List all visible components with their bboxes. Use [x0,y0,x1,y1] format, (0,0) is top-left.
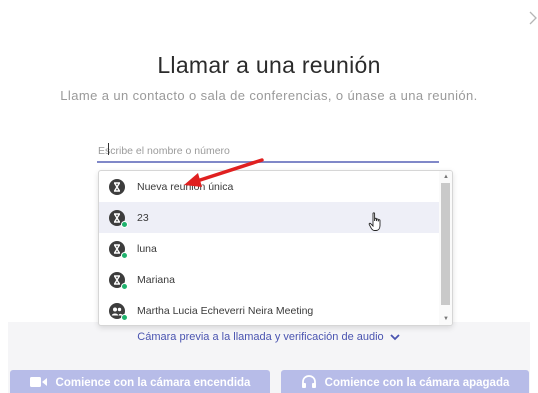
hourglass-icon [109,240,128,259]
online-status-dot [121,282,128,290]
video-camera-icon [29,376,48,391]
online-status-dot [121,313,128,321]
page-title: Llamar a una reunión [157,52,381,78]
list-item[interactable]: Mariana [99,264,439,295]
results-dropdown: Nueva reunión única 23 luna Mariana Mart… [98,170,453,326]
list-item[interactable]: luna [99,233,439,264]
scroll-down-arrow-icon[interactable]: ▼ [442,315,450,323]
online-status-dot [121,251,128,259]
hourglass-icon [109,178,125,195]
start-with-camera-on-button[interactable]: Comience con la cámara encendida [10,370,270,393]
camera-on-label: Comience con la cámara encendida [55,377,251,389]
scrollbar-thumb[interactable] [441,183,450,305]
start-with-camera-off-button[interactable]: Comience con la cámara apagada [281,370,529,393]
hand-cursor-icon [368,212,384,237]
chevron-down-icon [390,334,400,341]
list-item-label: luna [137,242,157,255]
list-item-label: Martha Lucia Echeverri Neira Meeting [137,304,314,317]
camera-off-label: Comience con la cámara apagada [324,377,510,389]
scroll-up-arrow-icon[interactable]: ▲ [442,173,450,181]
hourglass-icon [109,209,128,228]
audio-preview-link[interactable]: Cámara previa a la llamada y verificació… [0,331,538,343]
page-subtitle: Llame a un contacto o sala de conferenci… [60,88,478,103]
list-item[interactable]: 23 [99,202,439,233]
list-item[interactable]: Martha Lucia Echeverri Neira Meeting [99,295,439,325]
audio-preview-label: Cámara previa a la llamada y verificació… [137,331,384,344]
text-caret [108,143,109,155]
group-icon [109,302,128,321]
hourglass-icon [109,271,128,290]
online-status-dot [121,220,128,228]
list-item-label: Mariana [137,273,175,286]
annotation-arrow-icon [180,155,270,195]
headset-icon [301,374,317,392]
list-item-label: 23 [137,211,149,224]
chevron-right-icon[interactable] [528,8,538,28]
